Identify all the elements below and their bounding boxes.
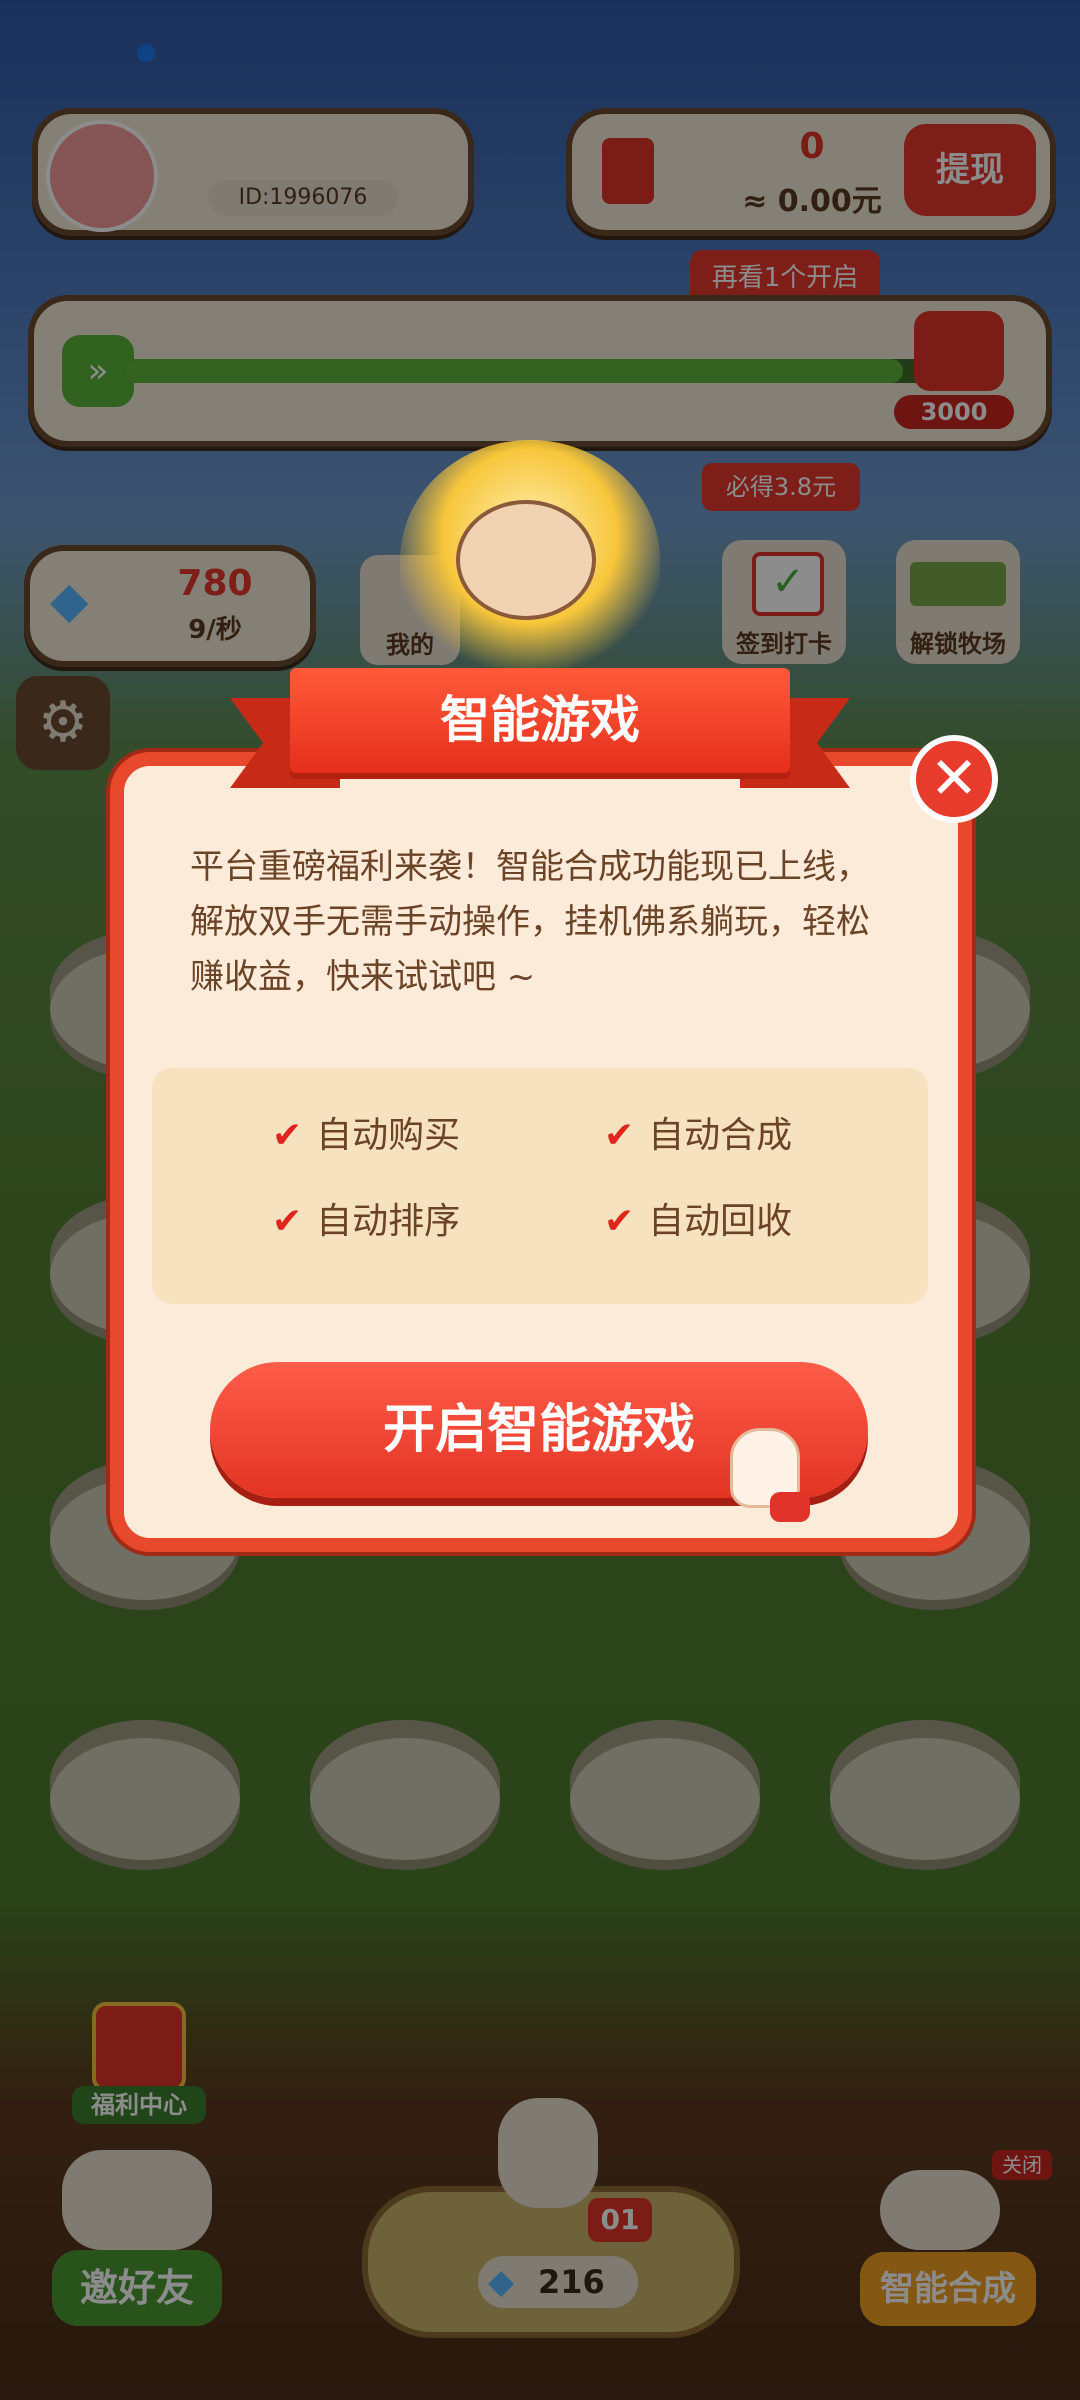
feature-list: ✔ 自动购买 ✔ 自动合成 ✔ 自动排序 ✔ 自动回收 (152, 1068, 928, 1304)
check-icon: ✔ (604, 1201, 635, 1242)
dialog-description: 平台重磅福利来袭！智能合成功能现已上线，解放双手无需手动操作，挂机佛系躺玩，轻松… (190, 847, 870, 997)
feature-item: ✔ 自动排序 (272, 1201, 461, 1242)
feature-item: ✔ 自动回收 (604, 1201, 793, 1242)
close-icon[interactable]: ✕ (910, 735, 998, 823)
hand-cuff (770, 1492, 810, 1522)
dialog-title-ribbon: 智能游戏 (230, 668, 850, 788)
check-icon: ✔ (272, 1201, 303, 1242)
check-icon: ✔ (272, 1115, 303, 1156)
dialog-title: 智能游戏 (440, 691, 640, 749)
check-icon: ✔ (604, 1115, 635, 1156)
feature-item: ✔ 自动合成 (604, 1115, 793, 1156)
feature-item: ✔ 自动购买 (272, 1115, 461, 1156)
horse-face (456, 500, 596, 620)
hand-pointer-icon (720, 1428, 810, 1528)
